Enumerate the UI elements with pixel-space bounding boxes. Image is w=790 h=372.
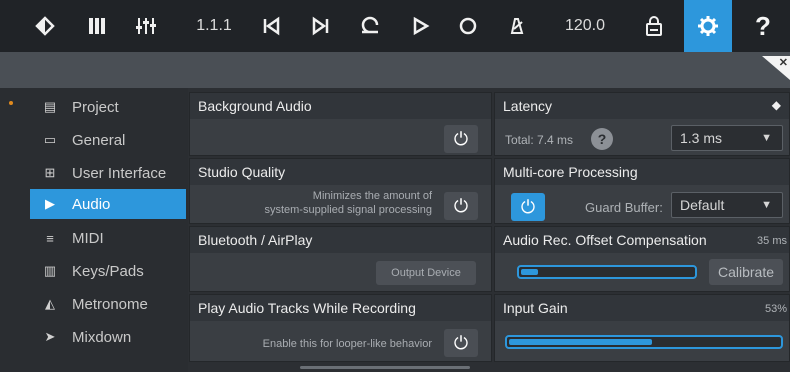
mixer-icon[interactable]	[128, 0, 164, 52]
output-device-button[interactable]: Output Device	[376, 261, 476, 285]
dropdown-arrow-icon: ▼	[761, 199, 772, 211]
sidebar-item-mixdown[interactable]: ➤ Mixdown	[30, 322, 186, 352]
keyboard-icon[interactable]	[80, 0, 114, 52]
background-audio-power-button[interactable]: ⏻	[444, 125, 478, 153]
panel-title: Play Audio Tracks While Recording	[190, 295, 491, 321]
sidebar-item-label: Metronome	[72, 295, 148, 313]
panel-title: Multi-core Processing	[495, 159, 789, 185]
sidebar-item-keys-pads[interactable]: ▥ Keys/Pads	[30, 256, 186, 286]
midi-icon: ≡	[46, 230, 54, 246]
input-gain-value: 53%	[764, 303, 787, 315]
keys-icon: ▥	[43, 263, 57, 278]
project-icon: ▤	[43, 99, 57, 114]
sidebar-item-label: MIDI	[72, 229, 104, 247]
sidebar-item-label: Audio	[72, 195, 111, 213]
project-indicator-dot	[9, 101, 13, 105]
sidebar-item-label: Project	[72, 98, 119, 116]
input-gain-panel: Input Gain 53%	[494, 294, 790, 362]
general-icon: ▭	[43, 132, 57, 147]
guard-buffer-value: Default	[680, 197, 725, 213]
sidebar-item-project[interactable]: ▤ Project	[30, 92, 186, 122]
panel-title: Background Audio	[190, 93, 491, 119]
calibrate-button[interactable]: Calibrate	[709, 259, 783, 285]
dropdown-arrow-icon: ▼	[761, 132, 772, 144]
tag-icon[interactable]	[28, 0, 62, 52]
description-line: system-supplied signal processing	[264, 204, 432, 216]
sidebar-item-midi[interactable]: ≡ MIDI	[30, 223, 186, 253]
multicore-processing-panel: Multi-core Processing ⏻ Guard Buffer: De…	[494, 158, 790, 224]
record-icon[interactable]	[452, 0, 484, 52]
guard-buffer-label: Guard Buffer:	[585, 200, 663, 215]
latency-buffer-select[interactable]: 1.3 ms ▼	[671, 125, 783, 151]
metronome-icon[interactable]	[500, 0, 532, 52]
tempo-display[interactable]: 120.0	[560, 0, 610, 52]
offset-value: 35 ms	[757, 235, 787, 247]
studio-quality-panel: Studio Quality Minimizes the amount of s…	[189, 158, 492, 224]
latency-help-button[interactable]: ?	[591, 128, 613, 150]
sidebar-item-label: Mixdown	[72, 328, 132, 346]
scroll-indicator[interactable]	[300, 366, 470, 369]
background-audio-panel: Background Audio ⏻	[189, 92, 492, 156]
play-icon[interactable]	[405, 0, 437, 52]
sidebar-item-label: User Interface	[72, 164, 167, 182]
sidebar-item-metronome[interactable]: ◭ Metronome	[30, 289, 186, 319]
sidebar-item-label: General	[72, 131, 126, 149]
metronome-icon: ◭	[45, 296, 55, 311]
loop-icon[interactable]	[352, 0, 388, 52]
sub-toolbar	[0, 52, 790, 88]
panel-title: Bluetooth / AirPlay	[190, 227, 491, 253]
play-tracks-power-button[interactable]: ⏻	[444, 329, 478, 357]
play-arrow-icon: ▶	[45, 196, 55, 211]
position-display[interactable]: 1.1.1	[190, 0, 238, 52]
input-gain-slider-fill	[509, 339, 653, 345]
skip-back-icon[interactable]	[255, 0, 287, 52]
sidebar-item-label: Keys/Pads	[72, 262, 144, 280]
mixdown-icon: ➤	[44, 329, 56, 344]
input-gain-slider[interactable]	[505, 335, 783, 349]
latency-panel: Latency ◆ Total: 7.4 ms ? 1.3 ms ▼	[494, 92, 790, 156]
gear-icon[interactable]	[684, 0, 732, 52]
sidebar-item-general[interactable]: ▭ General	[30, 125, 186, 155]
latency-total: Total: 7.4 ms	[505, 133, 574, 147]
multicore-power-button[interactable]: ⏻	[511, 193, 545, 221]
lock-icon[interactable]	[638, 0, 670, 52]
sidebar-item-user-interface[interactable]: ⊞ User Interface	[30, 158, 186, 188]
bluetooth-airplay-panel: Bluetooth / AirPlay Output Device	[189, 226, 492, 292]
offset-slider[interactable]	[517, 265, 697, 279]
offset-slider-fill	[521, 269, 539, 275]
offset-compensation-panel: Audio Rec. Offset Compensation 35 ms Cal…	[494, 226, 790, 292]
top-toolbar: 1.1.1 120.0 ?	[0, 0, 790, 52]
play-tracks-description: Enable this for looper-like behavior	[262, 338, 432, 350]
help-icon[interactable]: ?	[746, 0, 780, 52]
play-tracks-recording-panel: Play Audio Tracks While Recording Enable…	[189, 294, 492, 362]
panel-title: Studio Quality	[190, 159, 491, 185]
panel-title: Latency	[495, 93, 789, 119]
skip-forward-icon[interactable]	[305, 0, 337, 52]
diamond-icon: ◆	[771, 98, 781, 112]
user-interface-icon: ⊞	[44, 165, 56, 180]
panel-title: Input Gain	[495, 295, 789, 321]
studio-quality-description: Minimizes the amount of system-supplied …	[200, 189, 432, 217]
guard-buffer-select[interactable]: Default ▼	[671, 192, 783, 218]
description-line: Minimizes the amount of	[312, 190, 432, 202]
close-icon[interactable]: ✕	[779, 56, 788, 69]
latency-buffer-value: 1.3 ms	[680, 130, 723, 146]
panel-title: Audio Rec. Offset Compensation	[495, 227, 789, 253]
sidebar-item-audio[interactable]: ▶ Audio	[30, 189, 186, 219]
studio-quality-power-button[interactable]: ⏻	[444, 192, 478, 220]
